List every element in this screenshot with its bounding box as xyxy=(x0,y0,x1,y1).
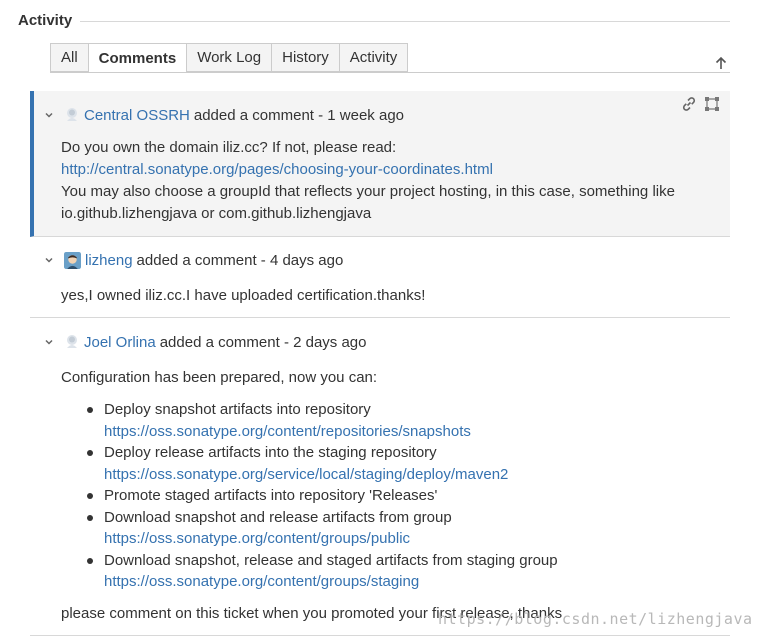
comment-meta: added a comment - 4 days ago xyxy=(136,251,344,269)
tab-all[interactable]: All xyxy=(50,43,88,72)
comment-author-link[interactable]: Joel Orlina xyxy=(84,334,156,351)
public-group-link[interactable]: https://oss.sonatype.org/content/groups/… xyxy=(104,530,410,547)
list-item: Deploy snapshot artifacts into repositor… xyxy=(61,399,710,442)
comment-text: Configuration has been prepared, now you… xyxy=(61,369,378,386)
snapshots-repo-link[interactable]: https://oss.sonatype.org/content/reposit… xyxy=(104,423,471,440)
comment-item: lizheng added a comment - 4 days ago yes… xyxy=(30,237,730,318)
comment-author-link[interactable]: lizheng xyxy=(85,252,133,269)
tab-comments[interactable]: Comments xyxy=(87,43,187,73)
coordinates-guide-link[interactable]: http://central.sonatype.org/pages/choosi… xyxy=(61,161,493,178)
comment-meta: added a comment - 1 week ago xyxy=(193,106,404,124)
comment-actions xyxy=(680,95,720,113)
list-item: Promote staged artifacts into repository… xyxy=(61,485,710,507)
steps-list: Deploy snapshot artifacts into repositor… xyxy=(61,399,710,593)
comment-text: yes,I owned iliz.cc.I have uploaded cert… xyxy=(61,287,426,304)
step-text: Promote staged artifacts into repository… xyxy=(104,487,438,504)
comment-author-link[interactable]: Central OSSRH xyxy=(84,107,190,124)
list-item: Download snapshot and release artifacts … xyxy=(61,507,710,550)
comment-body: Do you own the domain iliz.cc? If not, p… xyxy=(61,137,710,225)
tab-history[interactable]: History xyxy=(271,43,339,72)
section-divider xyxy=(80,21,730,22)
comment-text: io.github.lizhengjava or com.github.lizh… xyxy=(61,205,372,222)
list-item: Deploy release artifacts into the stagin… xyxy=(61,442,710,485)
comment-header: Central OSSRH added a comment - 1 week a… xyxy=(34,103,404,127)
collapse-chevron-icon[interactable] xyxy=(44,255,54,265)
activity-section-header: Activity xyxy=(18,10,730,34)
comment-text: please comment on this ticket when you p… xyxy=(61,604,563,622)
step-text: Deploy snapshot artifacts into repositor… xyxy=(104,401,371,418)
collapse-chevron-icon[interactable] xyxy=(44,110,54,120)
comment-meta: added a comment - 2 days ago xyxy=(159,333,367,351)
section-title: Activity xyxy=(18,12,73,29)
default-avatar-icon xyxy=(67,108,77,121)
staging-deploy-link[interactable]: https://oss.sonatype.org/service/local/s… xyxy=(104,466,508,483)
permalink-icon[interactable] xyxy=(680,95,698,113)
comment-body: yes,I owned iliz.cc.I have uploaded cert… xyxy=(61,285,710,307)
list-item: Download snapshot, release and staged ar… xyxy=(61,550,710,593)
tab-activity[interactable]: Activity xyxy=(338,43,409,72)
comment-text: Do you own the domain iliz.cc? If not, p… xyxy=(61,139,397,156)
sort-order-arrow-up-icon[interactable] xyxy=(714,56,728,70)
comment-item: Central OSSRH added a comment - 1 week a… xyxy=(30,91,730,237)
comment-item: Joel Orlina added a comment - 2 days ago… xyxy=(30,318,730,636)
tabs-underline xyxy=(50,72,730,73)
tab-work-log[interactable]: Work Log xyxy=(186,43,272,72)
staging-group-link[interactable]: https://oss.sonatype.org/content/groups/… xyxy=(104,573,419,590)
default-avatar-icon xyxy=(67,335,77,348)
drag-move-icon[interactable] xyxy=(704,95,720,113)
activity-tabs: All Comments Work Log History Activity xyxy=(50,43,409,73)
comment-header: Joel Orlina added a comment - 2 days ago xyxy=(30,330,367,354)
comment-text: You may also choose a groupId that refle… xyxy=(61,183,675,200)
step-text: Download snapshot, release and staged ar… xyxy=(104,551,558,569)
comment-header: lizheng added a comment - 4 days ago xyxy=(30,248,343,272)
step-text: Deploy release artifacts into the stagin… xyxy=(104,444,437,461)
collapse-chevron-icon[interactable] xyxy=(44,337,54,347)
step-text: Download snapshot and release artifacts … xyxy=(104,508,452,526)
comment-body: Configuration has been prepared, now you… xyxy=(61,367,710,625)
user-avatar-icon xyxy=(64,251,81,269)
